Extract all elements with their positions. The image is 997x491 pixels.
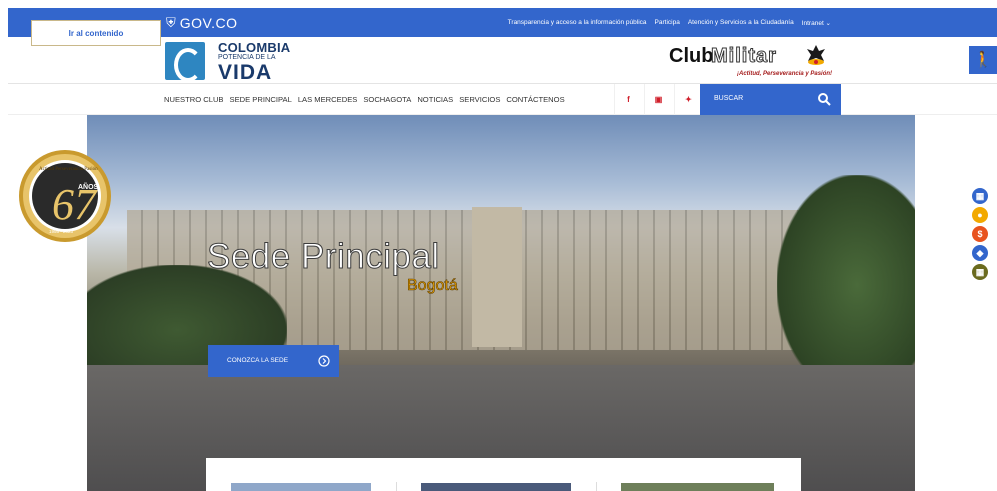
calendar-icon[interactable]: ▦: [972, 188, 988, 204]
facebook-icon[interactable]: f: [614, 84, 642, 115]
nav-item-las-mercedes[interactable]: LAS MERCEDES: [298, 95, 358, 104]
hero-subtitle: Bogotá: [407, 277, 458, 295]
nav-item-contactenos[interactable]: CONTÁCTENOS: [506, 95, 564, 104]
colombia-logo-line3: VIDA: [218, 61, 273, 84]
hero-tower-image: [472, 207, 522, 347]
side-quick-links: ▦ ● $ ◆ ▦: [972, 188, 990, 283]
nav-item-noticias[interactable]: NOTICIAS: [417, 95, 453, 104]
club-emblem-icon: [807, 45, 825, 65]
badge-label: AÑOS: [78, 182, 99, 191]
gov-link-atencion[interactable]: Atención y Servicios a la Ciudadanía: [688, 19, 794, 26]
badge-years: 1956 - 2023: [49, 229, 74, 234]
user-icon[interactable]: ●: [972, 207, 988, 223]
nav-item-nuestro-club[interactable]: NUESTRO CLUB: [164, 95, 224, 104]
nav-item-sochagota[interactable]: SOCHAGOTA: [363, 95, 411, 104]
featured-cards-strip: [206, 458, 801, 491]
card-divider: [396, 482, 397, 491]
club-logo-word2: Militar: [711, 45, 777, 68]
arrow-circle-icon: [318, 355, 330, 367]
gov-link-transparencia[interactable]: Transparencia y acceso a la información …: [508, 19, 647, 26]
leaf-icon[interactable]: ◆: [972, 245, 988, 261]
colombia-potencia-vida-logo[interactable]: COLOMBIA POTENCIA DE LA VIDA: [165, 40, 295, 84]
accessibility-icon: 🚶: [973, 52, 993, 69]
shield-icon: ⛨: [166, 14, 176, 30]
gov-link-participa[interactable]: Participa: [655, 19, 680, 26]
nav-item-sede-principal[interactable]: SEDE PRINCIPAL: [230, 95, 292, 104]
hero-banner: Sede Principal Bogotá CONOZCA LA SEDE: [87, 115, 915, 491]
cta-label: CONOZCA LA SEDE: [227, 357, 289, 364]
search-icon[interactable]: [817, 92, 831, 106]
search-label: BUSCAR: [714, 95, 744, 102]
card-divider: [596, 482, 597, 491]
main-nav: NUESTRO CLUB SEDE PRINCIPAL LAS MERCEDES…: [8, 84, 997, 115]
card-image[interactable]: [231, 483, 371, 491]
grid-icon[interactable]: ▦: [972, 264, 988, 280]
hero-title: Sede Principal: [207, 237, 440, 277]
nav-items: NUESTRO CLUB SEDE PRINCIPAL LAS MERCEDES…: [164, 84, 565, 115]
skip-to-content-link[interactable]: Ir al contenido: [31, 20, 161, 46]
club-slogan: ¡Actitud, Perseverancia y Pasión!: [737, 71, 833, 77]
instagram-icon[interactable]: ▣: [644, 84, 672, 115]
nav-item-servicios[interactable]: SERVICIOS: [459, 95, 500, 104]
card-image[interactable]: [421, 483, 571, 491]
gov-link-intranet[interactable]: Intranet ⌄: [802, 19, 831, 27]
colombia-logo-line1: COLOMBIA: [218, 40, 291, 55]
twitter-icon[interactable]: ✦: [674, 84, 702, 115]
card-image[interactable]: [621, 483, 774, 491]
colombia-mark-icon: [165, 42, 205, 82]
colombia-logo-line2: POTENCIA DE LA: [218, 54, 276, 61]
accessibility-button[interactable]: 🚶: [969, 46, 997, 74]
badge-motto: Actitud Perseverancia Pasión: [39, 167, 98, 172]
club-logo-word1: Club: [669, 45, 714, 67]
search-box[interactable]: BUSCAR: [700, 84, 841, 115]
gov-links: Transparencia y acceso a la información …: [508, 8, 831, 37]
club-militar-logo[interactable]: Club Militar ¡Actitud, Perseverancia y P…: [669, 41, 833, 81]
hero-trees-right: [777, 175, 915, 395]
conozca-la-sede-button[interactable]: CONOZCA LA SEDE: [208, 345, 339, 377]
anniversary-badge: 67 AÑOS Actitud Perseverancia Pasión 195…: [19, 150, 111, 242]
gov-co-logo-text: GOV.CO: [179, 14, 238, 31]
dollar-icon[interactable]: $: [972, 226, 988, 242]
gov-co-logo[interactable]: ⛨ GOV.CO: [166, 8, 238, 37]
